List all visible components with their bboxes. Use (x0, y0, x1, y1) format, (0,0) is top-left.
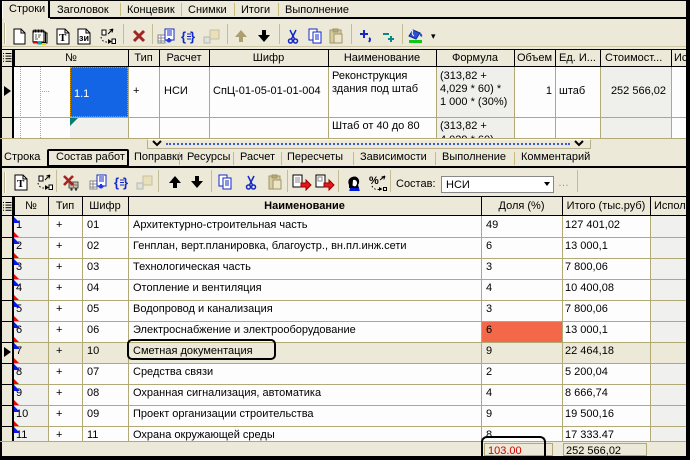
svg-text:зи: зи (79, 33, 89, 43)
svg-text:Т: Т (59, 32, 67, 44)
svg-text:Т: Т (17, 178, 25, 190)
svg-text:{: { (181, 29, 186, 44)
svg-text:%: % (369, 175, 379, 187)
svg-text:{: { (114, 175, 119, 190)
